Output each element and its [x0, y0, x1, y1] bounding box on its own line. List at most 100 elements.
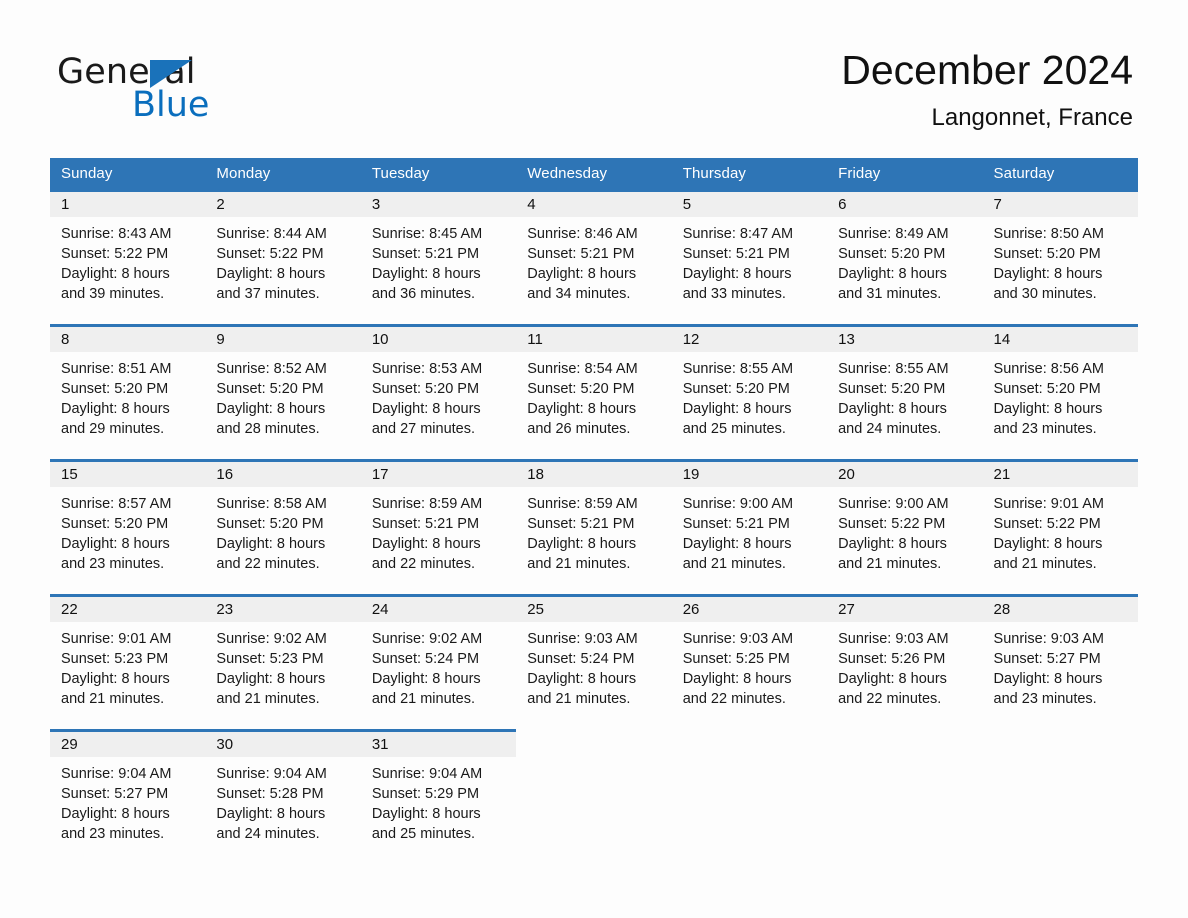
sunset-text: Sunset: 5:21 PM	[682, 516, 790, 532]
day-number: 10	[360, 327, 517, 352]
day-cell[interactable]: 26 Sunrise: 9:03 AM Sunset: 5:25 PM Dayligh…	[671, 594, 828, 729]
daylight-text-line1: Daylight: 8 hours	[527, 401, 637, 417]
day-cell[interactable]: 4 Sunrise: 8:46 AM Sunset: 5:21 PM Daylight…	[516, 189, 672, 324]
day-cell[interactable]: 2 Sunrise: 8:44 AM Sunset: 5:22 PM Daylight…	[205, 189, 361, 324]
day-cell[interactable]: 21 Sunrise: 9:01 AM Sunset: 5:22 PM Dayligh…	[982, 459, 1138, 594]
day-number: 11	[516, 327, 672, 352]
sunrise-text: Sunrise: 8:55 AM	[682, 361, 794, 377]
day-number: 6	[827, 192, 983, 217]
daylight-text-line2: and 33 minutes.	[682, 286, 786, 302]
sunrise-text: Sunrise: 9:03 AM	[682, 631, 794, 647]
day-cell[interactable]: 6 Sunrise: 8:49 AM Sunset: 5:20 PM Daylight…	[827, 189, 983, 324]
sunrise-text: Sunrise: 8:55 AM	[838, 361, 949, 377]
day-number: 21	[982, 462, 1138, 487]
day-cell[interactable]: 24 Sunrise: 9:02 AM Sunset: 5:24 PM Dayligh…	[360, 594, 517, 729]
sunrise-text: Sunrise: 9:03 AM	[527, 631, 638, 647]
day-cell[interactable]: 8 Sunrise: 8:51 AM Sunset: 5:20 PM Daylight…	[50, 324, 206, 459]
day-number	[827, 732, 982, 757]
sunset-text: Sunset: 5:20 PM	[216, 516, 324, 532]
day-number: 16	[205, 462, 361, 487]
day-info: Sunrise: 8:45 AM Sunset: 5:21 PM Daylight:…	[361, 217, 516, 304]
day-cell[interactable]: 28 Sunrise: 9:03 AM Sunset: 5:27 PM Dayligh…	[982, 594, 1138, 729]
day-cell[interactable]: 19 Sunrise: 9:00 AM Sunset: 5:21 PM Dayligh…	[671, 459, 828, 594]
day-number: 30	[205, 732, 361, 757]
daylight-text-line1: Daylight: 8 hours	[61, 806, 170, 822]
sunset-text: Sunset: 5:20 PM	[993, 246, 1101, 262]
calendar-weeks: 1 Sunrise: 8:43 AM Sunset: 5:22 PM Daylight…	[50, 189, 1138, 853]
day-cell[interactable]: 1 Sunrise: 8:43 AM Sunset: 5:22 PM Daylight…	[50, 189, 206, 324]
day-cell[interactable]: 7 Sunrise: 8:50 AM Sunset: 5:20 PM Daylight…	[982, 189, 1138, 324]
day-cell[interactable]: 18 Sunrise: 8:59 AM Sunset: 5:21 PM Dayligh…	[516, 459, 672, 594]
day-cell[interactable]: 15 Sunrise: 8:57 AM Sunset: 5:20 PM Dayligh…	[50, 459, 206, 594]
daylight-text-line1: Daylight: 8 hours	[216, 401, 326, 417]
day-info: Sunrise: 8:44 AM Sunset: 5:22 PM Daylight:…	[205, 217, 360, 304]
sunset-text: Sunset: 5:28 PM	[216, 786, 324, 802]
day-number: 9	[205, 327, 361, 352]
day-number: 17	[360, 462, 517, 487]
day-cell[interactable]: 10 Sunrise: 8:53 AM Sunset: 5:20 PM Dayligh…	[360, 324, 517, 459]
day-info: Sunrise: 9:02 AM Sunset: 5:23 PM Daylight:…	[205, 622, 360, 709]
weekday-header-saturday: Saturday	[993, 165, 1055, 182]
day-cell[interactable]: 12 Sunrise: 8:55 AM Sunset: 5:20 PM Dayligh…	[671, 324, 828, 459]
sunset-text: Sunset: 5:24 PM	[371, 651, 480, 667]
day-cell[interactable]: 14 Sunrise: 8:56 AM Sunset: 5:20 PM Dayligh…	[982, 324, 1138, 459]
day-number: 23	[205, 597, 361, 622]
sunrise-text: Sunrise: 8:56 AM	[993, 361, 1104, 377]
day-cell[interactable]: 20 Sunrise: 9:00 AM Sunset: 5:22 PM Dayligh…	[827, 459, 983, 594]
daylight-text-line2: and 21 minutes.	[527, 691, 631, 707]
sunrise-text: Sunrise: 9:04 AM	[216, 766, 327, 782]
day-cell[interactable]: 22 Sunrise: 9:01 AM Sunset: 5:23 PM Dayligh…	[50, 594, 206, 729]
day-number: 27	[827, 597, 983, 622]
day-number: 22	[50, 597, 206, 622]
day-number: 29	[50, 732, 206, 757]
sunrise-text: Sunrise: 9:03 AM	[993, 631, 1104, 647]
sunset-text: Sunset: 5:20 PM	[61, 381, 169, 397]
day-cell[interactable]: 16 Sunrise: 8:58 AM Sunset: 5:20 PM Dayligh…	[205, 459, 361, 594]
daylight-text-line2: and 24 minutes.	[216, 826, 320, 842]
day-cell[interactable]: 29 Sunrise: 9:04 AM Sunset: 5:27 PM Dayligh…	[50, 729, 206, 853]
sunrise-text: Sunrise: 9:01 AM	[61, 631, 172, 647]
sunset-text: Sunset: 5:21 PM	[371, 516, 480, 532]
day-cell[interactable]: 17 Sunrise: 8:59 AM Sunset: 5:21 PM Dayligh…	[360, 459, 517, 594]
daylight-text-line1: Daylight: 8 hours	[61, 401, 170, 417]
day-number: 4	[516, 192, 672, 217]
day-cell[interactable]: 9 Sunrise: 8:52 AM Sunset: 5:20 PM Daylight…	[205, 324, 361, 459]
day-info: Sunrise: 8:55 AM Sunset: 5:20 PM Daylight:…	[672, 352, 827, 439]
day-cell[interactable]: 11 Sunrise: 8:54 AM Sunset: 5:20 PM Dayligh…	[516, 324, 672, 459]
day-info: Sunrise: 8:52 AM Sunset: 5:20 PM Daylight:…	[205, 352, 360, 439]
day-number: 28	[982, 597, 1138, 622]
day-number: 24	[360, 597, 517, 622]
day-info: Sunrise: 9:03 AM Sunset: 5:27 PM Daylight:…	[983, 622, 1138, 709]
daylight-text-line1: Daylight: 8 hours	[682, 536, 792, 552]
daylight-text-line1: Daylight: 8 hours	[371, 401, 481, 417]
weekday-header-friday: Friday	[838, 165, 881, 182]
sunrise-text: Sunrise: 8:58 AM	[216, 496, 327, 512]
calendar-week-row: 15 Sunrise: 8:57 AM Sunset: 5:20 PM Dayligh…	[50, 459, 1138, 594]
day-cell[interactable]: 30 Sunrise: 9:04 AM Sunset: 5:28 PM Dayligh…	[205, 729, 361, 853]
day-cell[interactable]: 13 Sunrise: 8:55 AM Sunset: 5:20 PM Dayligh…	[827, 324, 983, 459]
day-number: 18	[516, 462, 672, 487]
day-cell[interactable]: 3 Sunrise: 8:45 AM Sunset: 5:21 PM Daylight…	[360, 189, 517, 324]
sunset-text: Sunset: 5:23 PM	[61, 651, 169, 667]
day-number: 20	[827, 462, 983, 487]
day-cell[interactable]: 5 Sunrise: 8:47 AM Sunset: 5:21 PM Daylight…	[671, 189, 828, 324]
daylight-text-line1: Daylight: 8 hours	[216, 266, 326, 282]
day-cell[interactable]: 23 Sunrise: 9:02 AM Sunset: 5:23 PM Dayligh…	[205, 594, 361, 729]
sunset-text: Sunset: 5:22 PM	[216, 246, 324, 262]
sunset-text: Sunset: 5:22 PM	[993, 516, 1101, 532]
generalblue-logo[interactable]: General Blue	[57, 52, 377, 125]
location-subtitle: Langonnet, France	[931, 104, 1133, 131]
page-header: General Blue December 2024 Langonnet, Fr…	[0, 0, 1188, 155]
day-info: Sunrise: 9:00 AM Sunset: 5:21 PM Daylight:…	[672, 487, 827, 574]
sunrise-text: Sunrise: 8:47 AM	[682, 226, 794, 242]
daylight-text-line1: Daylight: 8 hours	[216, 536, 326, 552]
day-number: 26	[671, 597, 828, 622]
day-cell[interactable]: 31 Sunrise: 9:04 AM Sunset: 5:29 PM Dayligh…	[360, 729, 517, 853]
day-cell[interactable]: 25 Sunrise: 9:03 AM Sunset: 5:24 PM Dayligh…	[516, 594, 672, 729]
sunrise-text: Sunrise: 8:44 AM	[216, 226, 327, 242]
daylight-text-line2: and 21 minutes.	[216, 691, 320, 707]
day-cell[interactable]: 27 Sunrise: 9:03 AM Sunset: 5:26 PM Dayligh…	[827, 594, 983, 729]
sunset-text: Sunset: 5:20 PM	[993, 381, 1101, 397]
daylight-text-line1: Daylight: 8 hours	[993, 266, 1103, 282]
daylight-text-line1: Daylight: 8 hours	[993, 671, 1103, 687]
